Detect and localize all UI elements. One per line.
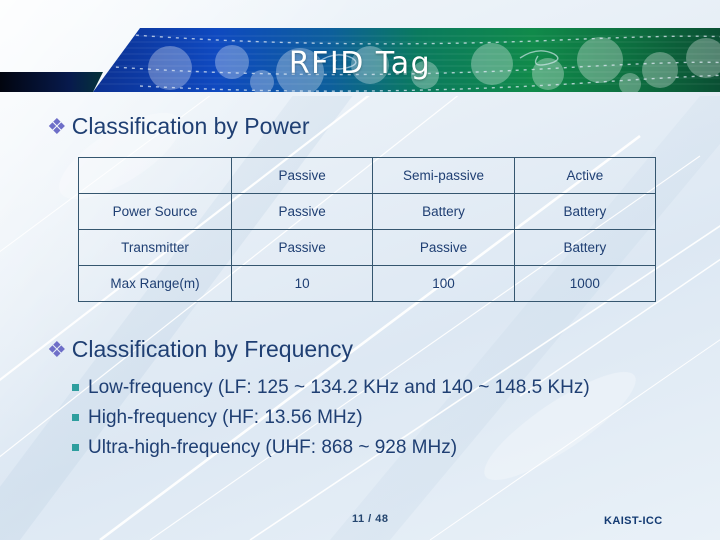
list-item: Low-frequency (LF: 125 ~ 134.2 KHz and 1… bbox=[72, 374, 702, 402]
square-bullet-icon bbox=[72, 384, 79, 391]
table-cell: Battery bbox=[513, 193, 657, 230]
heading-power-label: Classification by Power bbox=[71, 113, 310, 139]
power-classification-table: Passive Semi-passive Active Power Source… bbox=[78, 157, 657, 302]
list-item-label: Low-frequency (LF: 125 ~ 134.2 KHz and 1… bbox=[88, 377, 590, 398]
table-cell: 1000 bbox=[513, 265, 657, 302]
square-bullet-icon bbox=[72, 444, 79, 451]
table-cell: Battery bbox=[372, 193, 515, 230]
page-number: 11 / 48 bbox=[352, 513, 389, 525]
brand-label: KAIST-ICC bbox=[604, 515, 663, 527]
table-cell: Passive bbox=[230, 229, 374, 266]
table-row: Transmitter Passive Passive Battery bbox=[78, 229, 657, 266]
diamond-bullet-icon: ❖ bbox=[47, 115, 67, 140]
table-cell: Passive bbox=[372, 229, 515, 266]
frequency-bullet-list: Low-frequency (LF: 125 ~ 134.2 KHz and 1… bbox=[72, 374, 702, 464]
heading-frequency-label: Classification by Frequency bbox=[71, 336, 353, 362]
list-item: Ultra-high-frequency (UHF: 868 ~ 928 MHz… bbox=[72, 434, 702, 462]
page-title: RFID Tag bbox=[288, 46, 432, 81]
slide-canvas: RFID Tag ❖ Classification by Power Passi… bbox=[0, 0, 720, 540]
table-corner-cell bbox=[78, 157, 232, 194]
list-item-label: High-frequency (HF: 13.56 MHz) bbox=[88, 407, 363, 428]
table-header-row: Passive Semi-passive Active bbox=[78, 157, 657, 194]
list-item-label: Ultra-high-frequency (UHF: 868 ~ 928 MHz… bbox=[88, 437, 458, 458]
diamond-bullet-icon: ❖ bbox=[47, 338, 67, 363]
table-cell: 10 bbox=[230, 265, 374, 302]
heading-classification-by-power: ❖ Classification by Power bbox=[47, 113, 310, 140]
table-row-label: Max Range(m) bbox=[78, 265, 232, 302]
heading-classification-by-frequency: ❖ Classification by Frequency bbox=[47, 336, 353, 363]
table-col-header-passive: Passive bbox=[230, 157, 374, 194]
table-col-header-semi-passive: Semi-passive bbox=[372, 157, 515, 194]
table-cell: Battery bbox=[513, 229, 657, 266]
table-row: Power Source Passive Battery Battery bbox=[78, 193, 657, 230]
table-cell: Passive bbox=[230, 193, 374, 230]
square-bullet-icon bbox=[72, 414, 79, 421]
table-row-label: Transmitter bbox=[78, 229, 232, 266]
table-row-label: Power Source bbox=[78, 193, 232, 230]
table-col-header-active: Active bbox=[513, 157, 657, 194]
table-cell: 100 bbox=[372, 265, 515, 302]
list-item: High-frequency (HF: 13.56 MHz) bbox=[72, 404, 702, 432]
table-row: Max Range(m) 10 100 1000 bbox=[78, 265, 657, 302]
